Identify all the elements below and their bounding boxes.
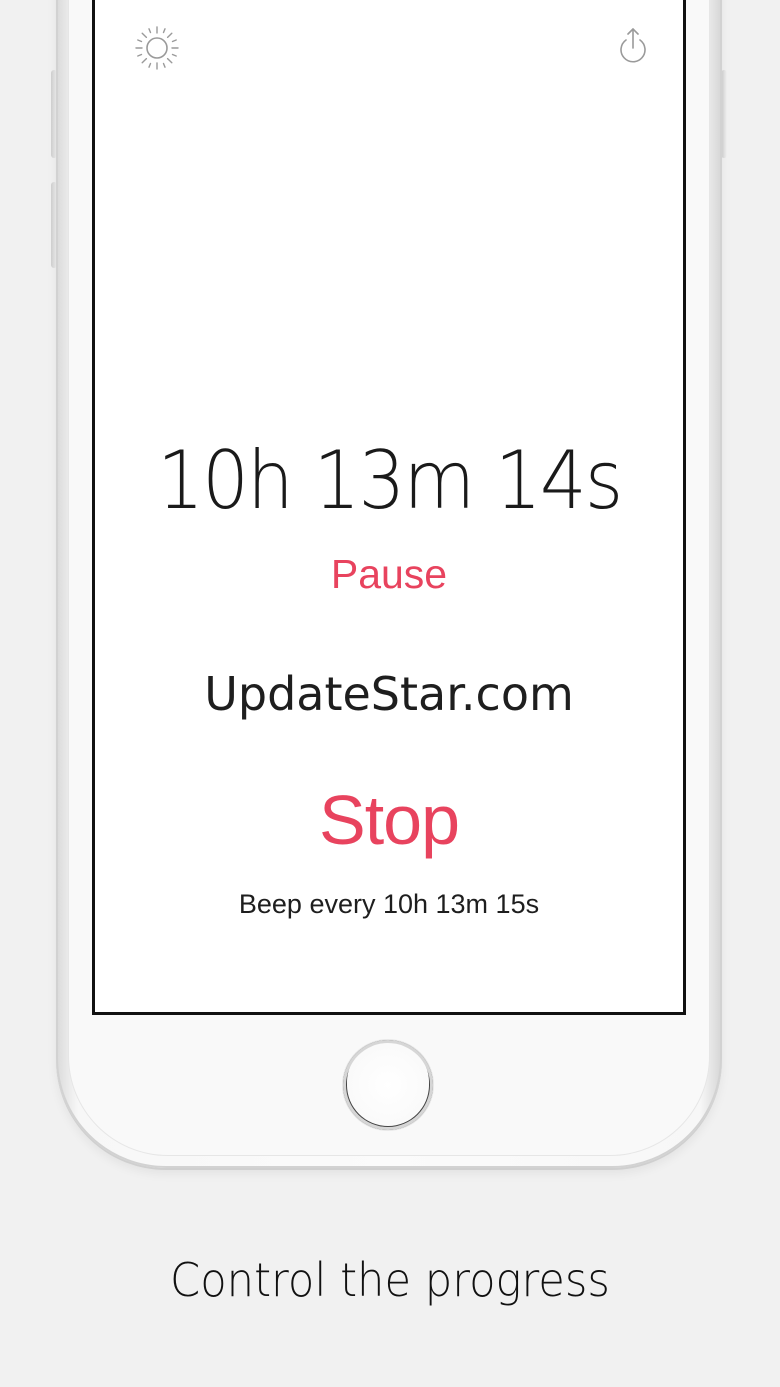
stop-button[interactable]: Stop	[95, 780, 683, 860]
pause-button[interactable]: Pause	[95, 551, 683, 598]
promo-caption: Control the progress	[0, 1253, 780, 1307]
home-button[interactable]	[343, 1040, 433, 1130]
watermark-text: UpdateStar.com	[204, 667, 574, 721]
sun-icon	[135, 26, 179, 70]
app-store-screenshot: 10h 13m 14s Pause UpdateStar.com Stop Be…	[0, 0, 780, 1387]
timer-text: 10h 13m 14s	[156, 434, 623, 527]
timer-display: 10h 13m 14s	[95, 434, 683, 527]
caption-text: Control the progress	[170, 1253, 610, 1307]
power-icon	[620, 28, 646, 63]
beep-interval-label: Beep every 10h 13m 15s	[238, 889, 540, 919]
app-screen: 10h 13m 14s Pause UpdateStar.com Stop Be…	[92, 0, 686, 1015]
share-button[interactable]	[607, 22, 659, 74]
brightness-button[interactable]	[131, 22, 183, 74]
